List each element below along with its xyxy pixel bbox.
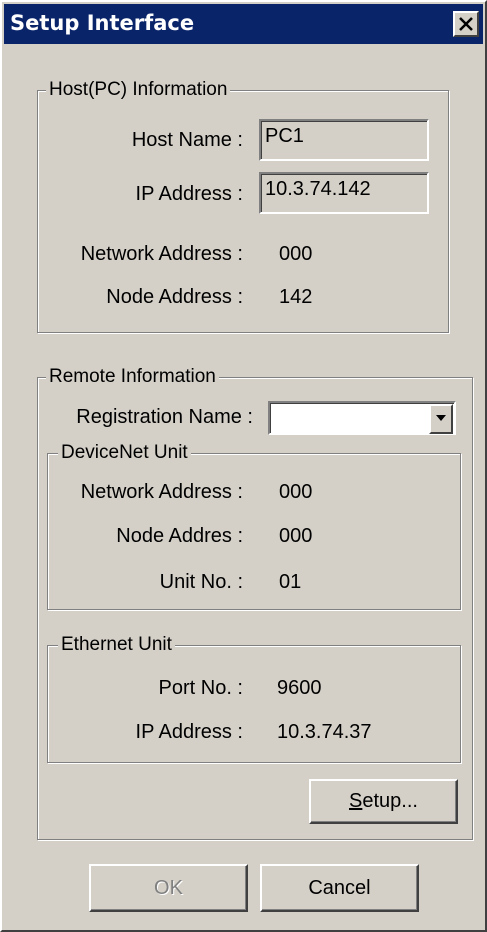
devicenet-network-address-value: 000 (279, 481, 313, 503)
devicenet-unit-no-label: Unit No. : (159, 571, 243, 593)
ok-button[interactable]: OK (89, 864, 248, 912)
setup-interface-dialog: Setup Interface Host(PC) Information Hos… (0, 0, 487, 932)
registration-name-combo[interactable] (268, 401, 456, 435)
title-bar[interactable]: Setup Interface (4, 4, 483, 44)
window-title: Setup Interface (10, 11, 195, 35)
ethernet-ip-address-value: 10.3.74.37 (277, 721, 372, 743)
host-network-address-label: Network Address : (80, 243, 243, 265)
devicenet-node-address-label: Node Addres : (116, 525, 243, 547)
ethernet-ip-address-label: IP Address : (135, 721, 243, 743)
host-network-address-value: 000 (279, 243, 313, 265)
ethernet-unit-group: Ethernet Unit (47, 634, 461, 763)
host-name-value: PC1 (265, 125, 304, 147)
registration-name-dropdown-button[interactable] (429, 404, 453, 434)
setup-button[interactable]: Setup... (309, 779, 458, 824)
cancel-button[interactable]: Cancel (260, 864, 419, 912)
ethernet-unit-group-label: Ethernet Unit (58, 634, 175, 656)
ok-button-label: OK (154, 877, 183, 899)
close-icon (459, 17, 473, 31)
chevron-down-icon (436, 415, 446, 421)
close-button[interactable] (453, 11, 479, 37)
host-info-group-label: Host(PC) Information (46, 79, 231, 101)
setup-button-label: Setup... (349, 790, 418, 812)
ethernet-port-no-label: Port No. : (158, 677, 243, 699)
host-node-address-value: 142 (279, 286, 313, 308)
host-node-address-label: Node Address : (106, 286, 243, 308)
host-ip-address-field[interactable]: 10.3.74.142 (259, 172, 429, 214)
host-name-label: Host Name : (131, 129, 243, 151)
devicenet-unit-no-value: 01 (279, 571, 302, 593)
cancel-button-label: Cancel (308, 877, 371, 899)
devicenet-network-address-label: Network Address : (80, 481, 243, 503)
devicenet-unit-group: DeviceNet Unit (47, 442, 461, 610)
remote-info-group-label: Remote Information (46, 366, 219, 388)
devicenet-unit-group-label: DeviceNet Unit (58, 442, 191, 464)
devicenet-node-address-value: 000 (279, 525, 313, 547)
host-ip-address-label: IP Address : (135, 183, 243, 205)
ethernet-port-no-value: 9600 (277, 677, 322, 699)
host-ip-address-value: 10.3.74.142 (265, 178, 371, 200)
registration-name-label: Registration Name : (76, 406, 253, 428)
host-name-field[interactable]: PC1 (259, 119, 429, 161)
